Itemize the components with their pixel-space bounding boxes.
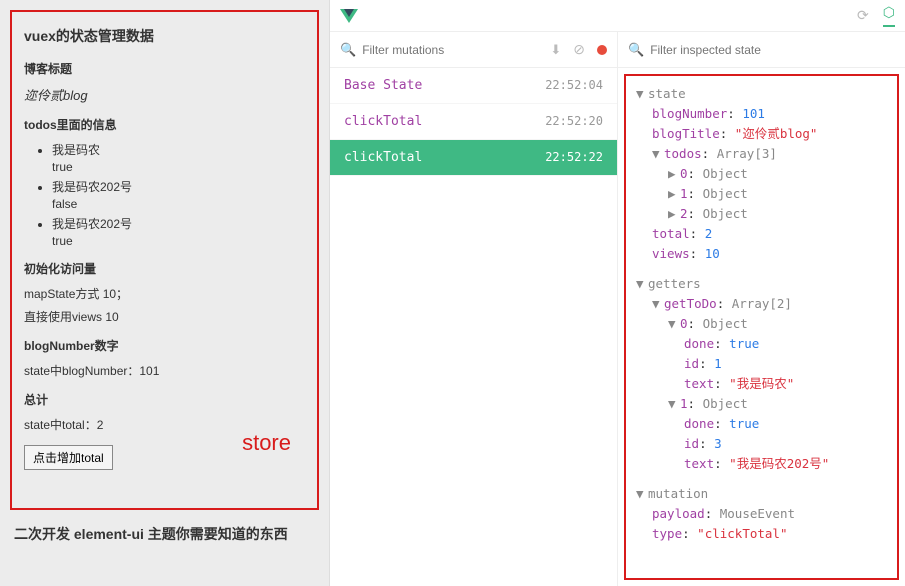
filter-mutations-input[interactable] — [362, 43, 544, 57]
caret-down-icon[interactable]: ▼ — [668, 394, 680, 414]
caret-down-icon[interactable]: ▼ — [636, 84, 648, 104]
filter-state-input[interactable] — [650, 43, 895, 57]
views-line2: 直接使用views 10 — [24, 308, 305, 325]
refresh-icon[interactable]: ⟳ — [857, 7, 869, 24]
caret-right-icon[interactable]: ▶ — [668, 184, 680, 204]
vue-logo-icon — [340, 9, 358, 23]
search-icon: 🔍 — [628, 42, 644, 58]
section-blog-title: 博客标题 — [24, 60, 305, 77]
record-icon[interactable] — [597, 45, 607, 55]
blognumber-value: state中blogNumber：101 — [24, 362, 305, 379]
app-page-panel: vuex的状态管理数据 博客标题 迩伶贰blog todos里面的信息 我是码农… — [0, 0, 330, 586]
list-item: 我是码农202号true — [52, 215, 305, 248]
views-line1: mapState方式 10； — [24, 285, 305, 302]
page-title: vuex的状态管理数据 — [24, 26, 305, 46]
caret-down-icon[interactable]: ▼ — [668, 314, 680, 334]
list-item: 我是码农202号false — [52, 178, 305, 211]
add-total-button[interactable]: 点击增加total — [24, 445, 113, 470]
state-column: 🔍 ▼state blogNumber: 101 blogTitle: "迩伶贰… — [618, 32, 905, 586]
blog-name: 迩伶贰blog — [24, 85, 305, 104]
vuex-tab-icon[interactable]: ⬡ — [883, 4, 895, 27]
section-views: 初始化访问量 — [24, 260, 305, 277]
caret-right-icon[interactable]: ▶ — [668, 204, 680, 224]
caret-down-icon[interactable]: ▼ — [636, 274, 648, 294]
store-demo-box: vuex的状态管理数据 博客标题 迩伶贰blog todos里面的信息 我是码农… — [10, 10, 319, 510]
list-item: 我是码农true — [52, 141, 305, 174]
mutation-row[interactable]: clickTotal 22:52:22 — [330, 140, 617, 176]
caret-down-icon[interactable]: ▼ — [652, 144, 664, 164]
section-total: 总计 — [24, 391, 305, 408]
todos-list: 我是码农true 我是码农202号false 我是码农202号true — [24, 141, 305, 248]
caret-down-icon[interactable]: ▼ — [636, 484, 648, 504]
section-todos: todos里面的信息 — [24, 116, 305, 133]
clear-icon[interactable]: ⊘ — [573, 41, 585, 58]
section-blognumber: blogNumber数字 — [24, 337, 305, 354]
mutations-column: 🔍 ⬇ ⊘ Base State 22:52:04 clickTotal — [330, 32, 618, 586]
store-annotation: store — [242, 430, 291, 456]
search-icon: 🔍 — [340, 42, 356, 58]
footer-article-meta — [14, 550, 319, 562]
state-tree: ▼state blogNumber: 101 blogTitle: "迩伶贰bl… — [624, 74, 899, 580]
caret-right-icon[interactable]: ▶ — [668, 164, 680, 184]
download-icon[interactable]: ⬇ — [550, 42, 561, 58]
mutation-row[interactable]: Base State 22:52:04 — [330, 68, 617, 104]
caret-down-icon[interactable]: ▼ — [652, 294, 664, 314]
vue-devtools: ⟳ ⬡ 🔍 ⬇ ⊘ Base State 22:5 — [330, 0, 905, 586]
mutation-row[interactable]: clickTotal 22:52:20 — [330, 104, 617, 140]
footer-article-title: 二次开发 element-ui 主题你需要知道的东西 — [14, 524, 319, 544]
